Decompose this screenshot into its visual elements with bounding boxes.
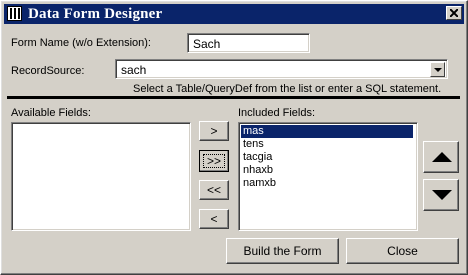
close-window-button[interactable]	[446, 6, 462, 20]
form-name-input[interactable]: Sach	[187, 33, 310, 53]
available-fields-list[interactable]	[11, 122, 191, 231]
list-item[interactable]: namxb	[241, 177, 413, 190]
list-item[interactable]: tacgia	[241, 151, 413, 164]
app-icon	[7, 6, 22, 21]
dialog-window: Data Form Designer Form Name (w/o Extens…	[0, 0, 468, 275]
add-all-label: >>	[206, 154, 221, 168]
record-source-value: sach	[121, 63, 147, 77]
window-title: Data Form Designer	[28, 6, 163, 22]
form-name-label: Form Name (w/o Extension):	[11, 37, 151, 49]
arrow-down-icon	[432, 190, 452, 200]
remove-field-button[interactable]: <	[199, 209, 229, 229]
separator	[7, 96, 460, 99]
close-button[interactable]: Close	[346, 238, 459, 264]
close-icon	[450, 9, 458, 17]
included-fields-label: Included Fields:	[238, 107, 316, 119]
list-item[interactable]: nhaxb	[241, 164, 413, 177]
record-source-label: RecordSource:	[11, 65, 85, 77]
arrow-up-icon	[432, 152, 452, 162]
move-up-button[interactable]	[423, 141, 459, 173]
add-all-fields-button[interactable]: >>	[199, 150, 229, 172]
remove-all-fields-button[interactable]: <<	[199, 180, 229, 200]
add-field-button[interactable]: >	[199, 121, 229, 141]
record-source-combo[interactable]: sach	[115, 59, 448, 79]
available-fields-label: Available Fields:	[11, 107, 91, 119]
list-item[interactable]: tens	[241, 138, 413, 151]
chevron-down-icon[interactable]	[430, 62, 445, 77]
title-bar: Data Form Designer	[4, 4, 464, 24]
included-fields-list[interactable]: mas tens tacgia nhaxb namxb	[238, 122, 418, 231]
move-down-button[interactable]	[423, 179, 459, 211]
record-source-hint: Select a Table/QueryDef from the list or…	[133, 83, 442, 95]
build-form-button[interactable]: Build the Form	[226, 238, 339, 264]
list-item[interactable]: mas	[241, 125, 413, 138]
